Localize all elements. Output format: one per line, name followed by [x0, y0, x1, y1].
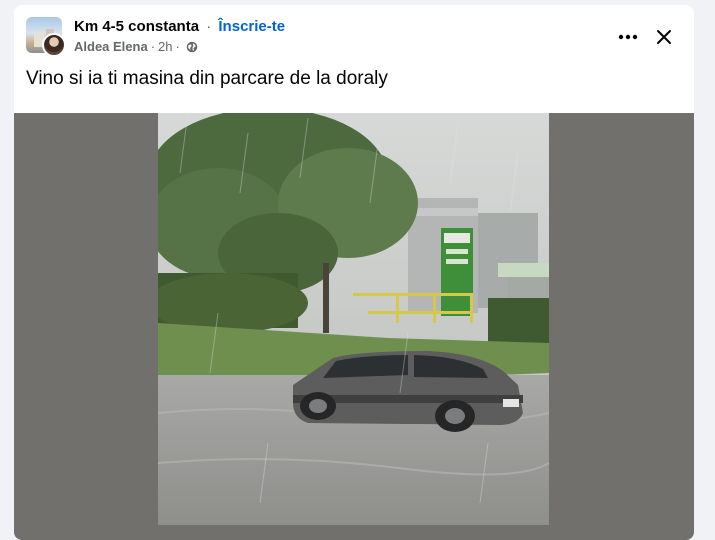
flooded-parking-photo — [158, 113, 549, 525]
post-meta: Aldea Elena · 2h · — [74, 39, 198, 55]
group-name-link[interactable]: Km 4-5 constanta — [74, 18, 199, 35]
post-media — [14, 113, 694, 540]
separator: · — [150, 39, 156, 54]
author-avatar[interactable] — [42, 33, 66, 57]
post-time-link[interactable]: 2h — [158, 39, 172, 55]
more-options-icon — [618, 34, 638, 40]
title-line: Km 4-5 constanta · Înscrie-te — [74, 18, 285, 36]
close-icon — [657, 30, 671, 44]
separator: · — [175, 39, 180, 54]
avatar-stack[interactable] — [26, 17, 66, 57]
author-name-link[interactable]: Aldea Elena — [74, 39, 148, 55]
more-options-button[interactable] — [612, 21, 644, 53]
join-group-link[interactable]: Înscrie-te — [218, 18, 285, 35]
post-header: Km 4-5 constanta · Înscrie-te Aldea Elen… — [14, 5, 694, 65]
globe-icon[interactable] — [186, 41, 198, 53]
post-card: Km 4-5 constanta · Înscrie-te Aldea Elen… — [14, 5, 694, 540]
separator: · — [206, 18, 212, 35]
post-text: Vino si ia ti masina din parcare de la d… — [26, 68, 388, 89]
post-photo[interactable] — [158, 113, 549, 525]
close-button[interactable] — [648, 21, 680, 53]
